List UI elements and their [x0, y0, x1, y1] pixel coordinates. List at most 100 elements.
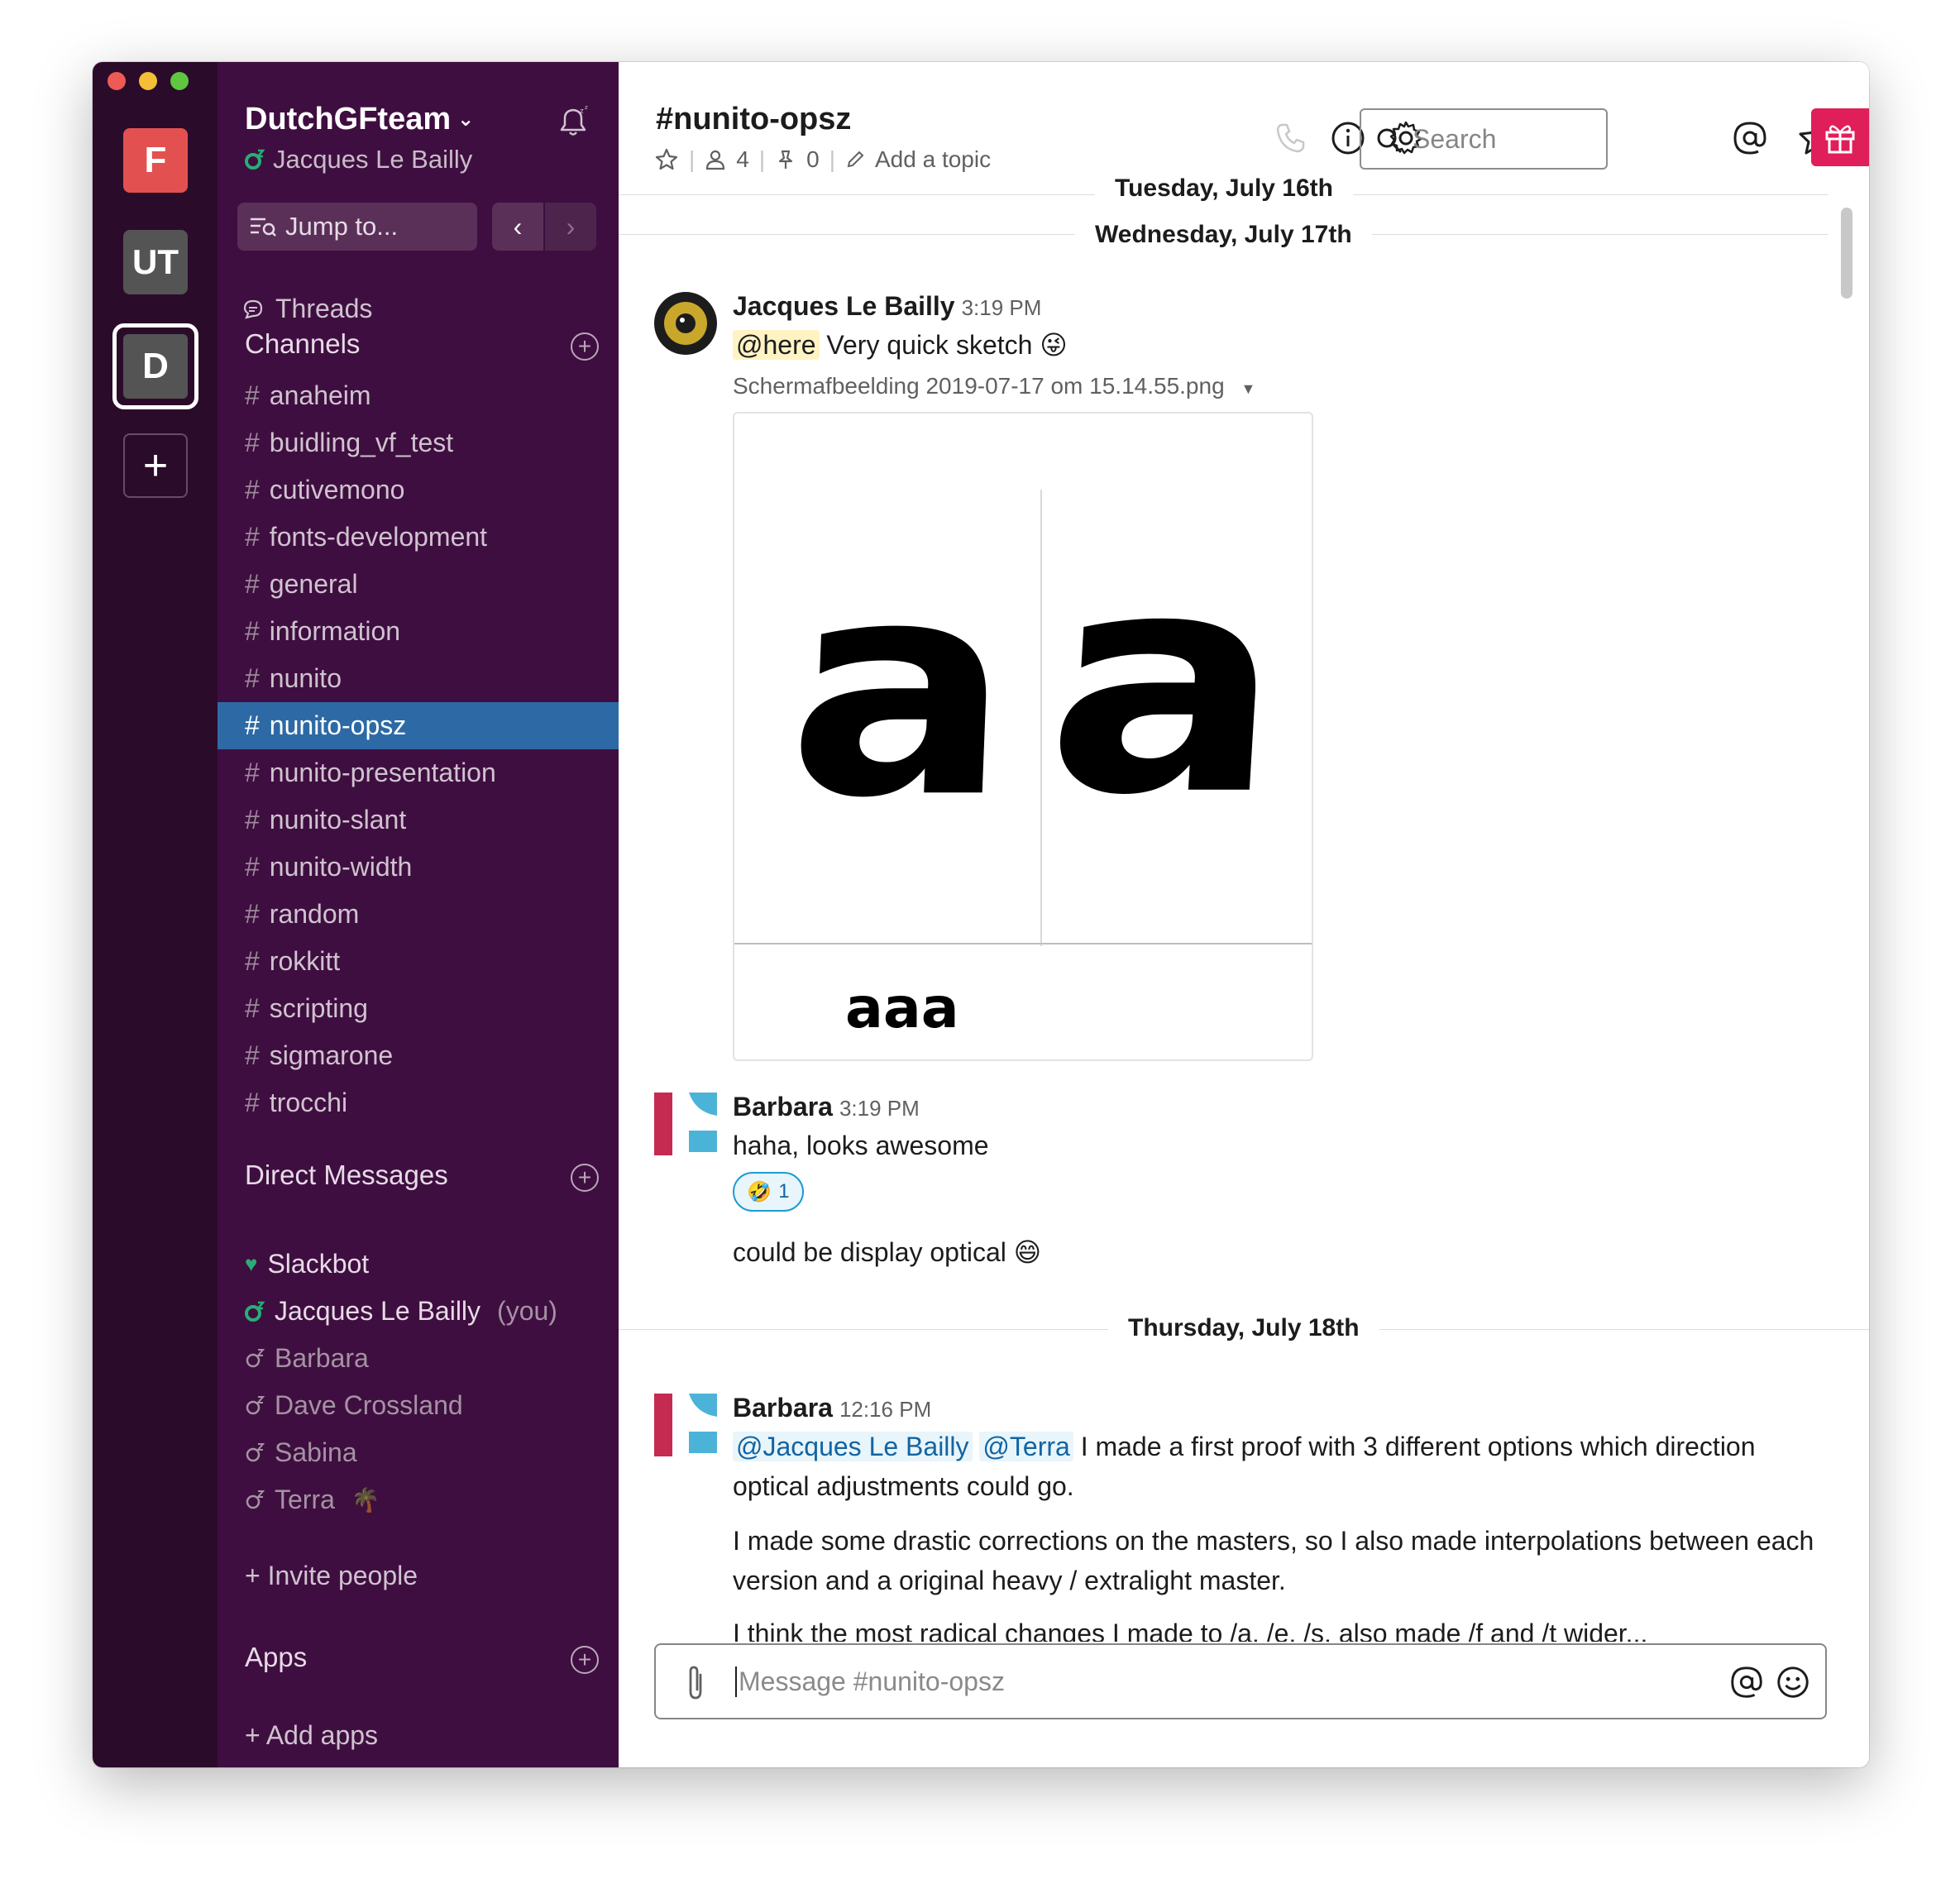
- sidebar-channel-general[interactable]: # general: [218, 561, 619, 608]
- channel-label: information: [269, 616, 401, 646]
- avatar-barbara[interactable]: [654, 1394, 717, 1456]
- member-count[interactable]: 4: [736, 146, 749, 173]
- invite-people-link[interactable]: + Invite people: [245, 1561, 418, 1591]
- channel-title[interactable]: #nunito-opsz: [656, 102, 851, 137]
- hash-icon: #: [245, 993, 260, 1023]
- presence-away-icon: [246, 1348, 265, 1367]
- hash-icon: #: [245, 663, 260, 693]
- wink-tongue-emoji: 😜: [1040, 330, 1068, 360]
- image-glyph-a-left: a: [782, 517, 1020, 863]
- date-divider-wednesday: Wednesday, July 17th: [1075, 221, 1372, 249]
- dm-dave-crossland[interactable]: Dave Crossland: [245, 1390, 463, 1421]
- add-topic-link[interactable]: Add a topic: [875, 146, 991, 173]
- workspace-d-selected[interactable]: D: [112, 323, 198, 409]
- mention-icon[interactable]: [1728, 1663, 1766, 1701]
- dm-terra[interactable]: Terra 🌴: [245, 1485, 380, 1515]
- team-name-menu[interactable]: DutchGFteam ⌄: [245, 102, 474, 137]
- sidebar-channel-fonts-development[interactable]: # fonts-development: [218, 514, 619, 561]
- dm-jacques-le-bailly[interactable]: Jacques Le Bailly (you): [245, 1296, 557, 1327]
- svg-text:z: z: [580, 108, 584, 116]
- history-forward-button[interactable]: ›: [545, 203, 596, 251]
- dm-slackbot[interactable]: ♥ Slackbot: [245, 1249, 369, 1279]
- hash-icon: #: [245, 616, 260, 646]
- channel-label: nunito-opsz: [269, 710, 407, 740]
- meta-separator: |: [829, 146, 835, 172]
- workspace-d: D: [123, 334, 188, 399]
- sidebar-channel-cutivemono[interactable]: # cutivemono: [218, 466, 619, 514]
- add-apps-link[interactable]: + Add apps: [245, 1720, 378, 1751]
- hash-icon: #: [245, 475, 260, 504]
- message-text: I think the most radical changes I made …: [733, 1619, 1648, 1642]
- zoom-window-button[interactable]: [170, 72, 189, 90]
- current-user[interactable]: Jacques Le Bailly: [245, 145, 472, 175]
- pin-count[interactable]: 0: [806, 146, 820, 173]
- workspace-ut[interactable]: UT: [123, 230, 188, 294]
- date-divider-tuesday: Tuesday, July 16th: [1095, 175, 1353, 203]
- add-workspace-button[interactable]: +: [123, 433, 188, 498]
- add-app-icon[interactable]: +: [571, 1646, 599, 1674]
- apps-section-title[interactable]: Apps: [245, 1642, 307, 1673]
- chevron-left-icon: ‹: [513, 211, 523, 241]
- reaction-rofl[interactable]: 🤣 1: [733, 1172, 804, 1212]
- sidebar-channel-buidling_vf_test[interactable]: # buidling_vf_test: [218, 419, 619, 466]
- dm-barbara[interactable]: Barbara: [245, 1343, 369, 1374]
- author-name[interactable]: Jacques Le Bailly: [733, 291, 955, 321]
- star-icon[interactable]: [654, 147, 679, 172]
- hash-icon: #: [245, 758, 260, 787]
- message-composer[interactable]: Message #nunito-opsz: [654, 1643, 1827, 1719]
- scrollbar[interactable]: [1841, 208, 1852, 299]
- timestamp[interactable]: 3:19 PM: [839, 1096, 920, 1121]
- sidebar-item-threads[interactable]: Threads: [242, 294, 372, 324]
- mentions-icon[interactable]: [1730, 118, 1770, 158]
- timestamp[interactable]: 3:19 PM: [962, 295, 1042, 320]
- channel-label: random: [269, 899, 360, 929]
- message-text: I made some drastic corrections on the m…: [733, 1526, 1814, 1595]
- mention-here[interactable]: @here: [733, 330, 820, 360]
- sidebar-channel-nunito-width[interactable]: # nunito-width: [218, 844, 619, 891]
- sidebar-channel-scripting[interactable]: # scripting: [218, 985, 619, 1032]
- sidebar-channel-nunito-opsz[interactable]: # nunito-opsz: [218, 702, 619, 749]
- hash-icon: #: [245, 899, 260, 929]
- hash-icon: #: [245, 710, 260, 740]
- avatar-barbara[interactable]: [654, 1093, 717, 1155]
- sidebar-channel-nunito-slant[interactable]: # nunito-slant: [218, 796, 619, 844]
- jump-to-button[interactable]: Jump to...: [237, 203, 477, 251]
- minimize-window-button[interactable]: [139, 72, 157, 90]
- message-input[interactable]: Message #nunito-opsz: [735, 1666, 1005, 1697]
- close-window-button[interactable]: [108, 72, 126, 90]
- emoji-picker-icon[interactable]: [1774, 1663, 1812, 1701]
- add-channel-icon[interactable]: +: [571, 332, 599, 361]
- mention-jacques[interactable]: @Jacques Le Bailly: [733, 1432, 973, 1461]
- history-back-button[interactable]: ‹: [492, 203, 543, 251]
- channels-section-title[interactable]: Channels: [245, 328, 360, 360]
- sidebar-channel-rokkitt[interactable]: # rokkitt: [218, 938, 619, 985]
- mention-terra[interactable]: @Terra: [979, 1432, 1073, 1461]
- author-name[interactable]: Barbara: [733, 1092, 833, 1121]
- dm-sabina[interactable]: Sabina: [245, 1437, 357, 1468]
- sidebar-channel-nunito-presentation[interactable]: # nunito-presentation: [218, 749, 619, 796]
- avatar-jacques[interactable]: [654, 292, 717, 355]
- whats-new-button[interactable]: [1811, 108, 1869, 166]
- palm-tree-emoji: 🌴: [351, 1487, 380, 1513]
- sidebar-channel-anaheim[interactable]: # anaheim: [218, 372, 619, 419]
- add-dm-icon[interactable]: +: [571, 1164, 599, 1192]
- hash-icon: #: [245, 1088, 260, 1117]
- bell-snooze-icon[interactable]: z z: [555, 103, 591, 140]
- workspace-f[interactable]: F: [123, 128, 188, 193]
- sidebar-channel-sigmarone[interactable]: # sigmarone: [218, 1032, 619, 1079]
- sidebar-channel-trocchi[interactable]: # trocchi: [218, 1079, 619, 1126]
- phone-icon[interactable]: [1270, 118, 1310, 158]
- paperclip-icon[interactable]: [679, 1663, 712, 1703]
- author-name[interactable]: Barbara: [733, 1393, 833, 1423]
- search-input[interactable]: Search: [1360, 108, 1608, 170]
- sidebar-channel-random[interactable]: # random: [218, 891, 619, 938]
- date-divider-thursday: Thursday, July 18th: [1108, 1314, 1379, 1342]
- sidebar-channel-nunito[interactable]: # nunito: [218, 655, 619, 702]
- image-guide-line: [1040, 490, 1042, 946]
- file-name[interactable]: Schermafbeelding 2019-07-17 om 15.14.55.…: [733, 373, 1255, 399]
- image-attachment[interactable]: a a aaa: [733, 412, 1313, 1061]
- sidebar-channel-information[interactable]: # information: [218, 608, 619, 655]
- direct-messages-section-title[interactable]: Direct Messages: [245, 1160, 448, 1191]
- image-glyph-a-right: a: [1038, 506, 1294, 863]
- timestamp[interactable]: 12:16 PM: [839, 1397, 931, 1422]
